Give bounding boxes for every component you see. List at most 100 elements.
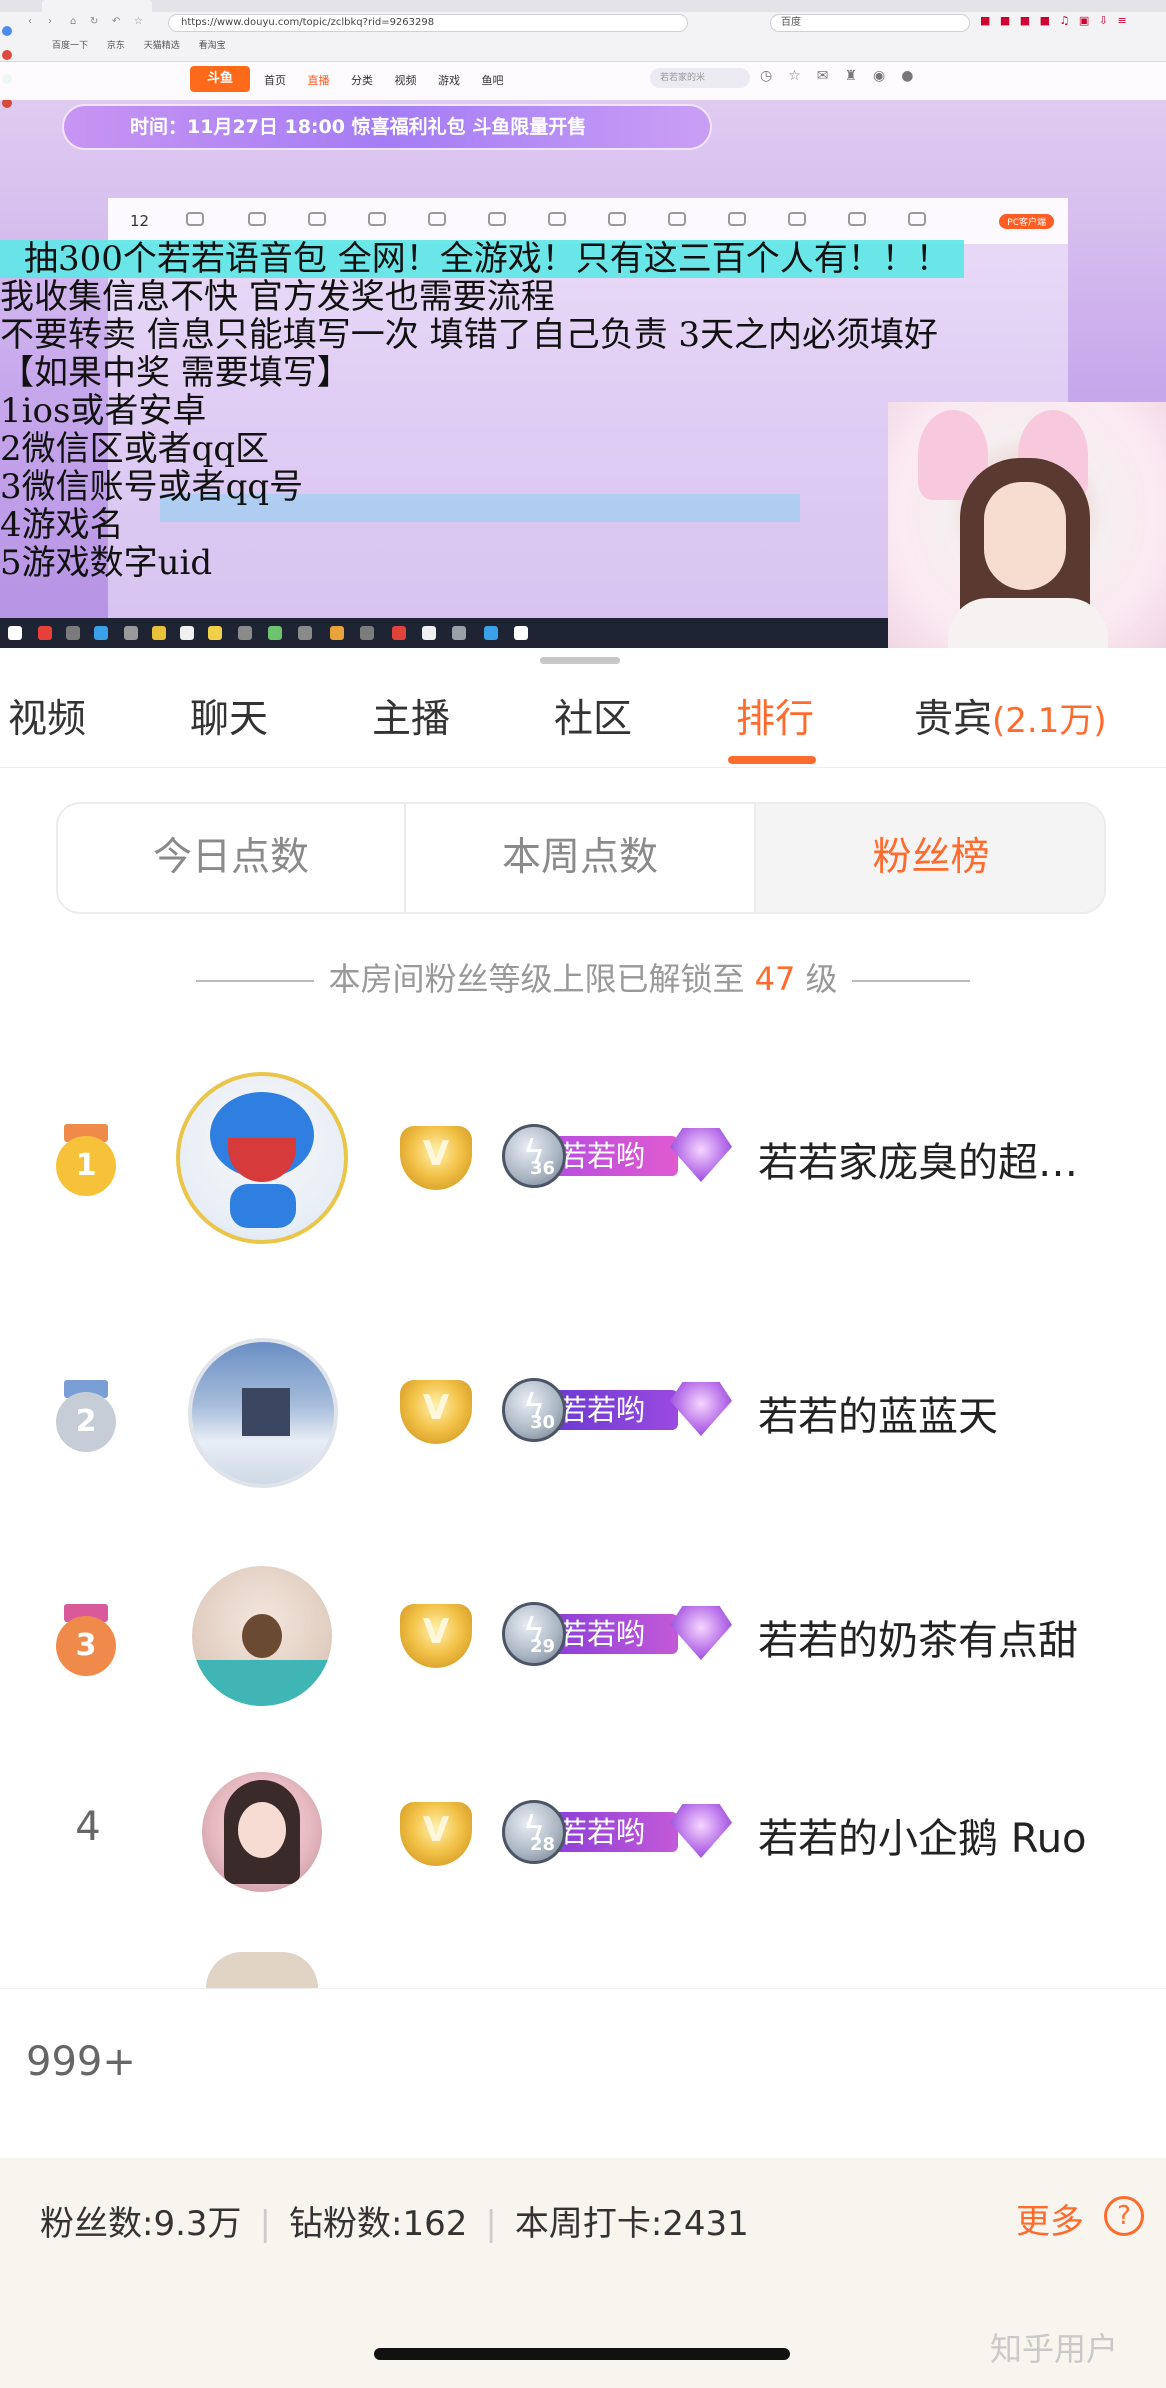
bookmark-item[interactable]: 看淘宝: [199, 41, 226, 51]
taskbar-app-icon[interactable]: [124, 626, 138, 640]
tab-community[interactable]: 社区: [554, 688, 632, 744]
taskbar-app-icon[interactable]: [484, 626, 498, 640]
toolbar-icon[interactable]: [186, 212, 204, 226]
toolbar-icon[interactable]: [248, 212, 266, 226]
ranking-row[interactable]: 1 V 若若哟 ϟ 36 若若家庞臭的超…: [0, 1058, 1166, 1258]
home-icon[interactable]: ⌂: [70, 16, 76, 27]
event-banner: 时间：11月27日 18:00 惊喜福利礼包 斗鱼限量开售: [62, 104, 712, 150]
more-link[interactable]: 更多: [1016, 2194, 1084, 2243]
nav-link-category[interactable]: 分类: [351, 74, 373, 87]
bookmark-item[interactable]: 天猫精选: [144, 41, 180, 51]
taskbar-app-icon[interactable]: [180, 626, 194, 640]
toolbar-icon[interactable]: [908, 212, 926, 226]
taskbar-app-icon[interactable]: [330, 626, 344, 640]
fan-badge-level: 28: [530, 1834, 556, 1855]
ranking-row[interactable]: 2 V 若若哟 ϟ 30 若若的蓝蓝天: [0, 1312, 1166, 1512]
ranking-row[interactable]: 4 V 若若哟 ϟ 28 若若的小企鹅 Ruo: [0, 1734, 1166, 1934]
fan-badge-name: 若若哟: [548, 1136, 678, 1176]
taskbar-app-icon[interactable]: [422, 626, 436, 640]
fan-badge-name: 若若哟: [548, 1812, 678, 1852]
browser-search[interactable]: 百度: [770, 14, 970, 32]
star-icon[interactable]: ☆: [134, 16, 143, 27]
undo-icon[interactable]: ↶: [112, 16, 120, 27]
fan-badge-name: 若若哟: [548, 1390, 678, 1430]
overlay-line: 不要转卖 信息只能填写一次 填错了自己负责 3天之内必须填好: [0, 315, 939, 355]
avatar[interactable]: [176, 1072, 348, 1244]
weekly-checkin: 本周打卡:2431: [514, 2204, 749, 2244]
address-bar[interactable]: https://www.douyu.com/topic/zclbkq?rid=9…: [168, 14, 688, 32]
forward-icon[interactable]: ›: [48, 16, 52, 27]
tab-chat[interactable]: 聊天: [190, 688, 268, 744]
help-icon[interactable]: ?: [1104, 2196, 1144, 2236]
refresh-icon[interactable]: ↻: [90, 16, 98, 27]
vip-v: V: [422, 1810, 450, 1850]
user-name[interactable]: 若若的小企鹅 Ruo: [758, 1806, 1087, 1864]
tab-streamer[interactable]: 主播: [372, 688, 450, 744]
avatar[interactable]: [192, 1566, 332, 1706]
toolbar-icon[interactable]: [668, 212, 686, 226]
nav-link-fishbar[interactable]: 鱼吧: [482, 74, 504, 87]
taskbar-app-icon[interactable]: [38, 626, 52, 640]
taskbar-app-icon[interactable]: [360, 626, 374, 640]
user-name[interactable]: 若若的奶茶有点甜: [758, 1608, 1078, 1666]
douyu-nav: [0, 62, 1166, 100]
drag-handle[interactable]: [540, 657, 620, 664]
notice-suffix: 级: [805, 960, 838, 998]
segment-week-points[interactable]: 本周点数: [406, 804, 756, 912]
toolbar-icon[interactable]: [488, 212, 506, 226]
taskbar-app-icon[interactable]: [238, 626, 252, 640]
bookmark-item[interactable]: 京东: [107, 41, 125, 51]
vip-v: V: [422, 1612, 450, 1652]
stream-video[interactable]: ‹ › ⌂ ↻ ↶ ☆ https://www.douyu.com/topic/…: [0, 0, 1166, 648]
left-rail: [0, 12, 14, 212]
pc-client-button[interactable]: PC客户端: [999, 214, 1054, 229]
taskbar-app-icon[interactable]: [268, 626, 282, 640]
taskbar-app-icon[interactable]: [514, 626, 528, 640]
tab-video[interactable]: 视频: [8, 688, 86, 744]
extension-icons[interactable]: ■ ■ ■ ■ ♫ ▣ ⇩ ≡: [980, 14, 1130, 27]
taskbar-app-icon[interactable]: [392, 626, 406, 640]
douyu-links: 首页 直播 分类 视频 游戏 鱼吧: [264, 72, 522, 88]
tab-vip[interactable]: 贵宾(2.1万): [914, 688, 1107, 744]
taskbar-app-icon[interactable]: [66, 626, 80, 640]
nav-link-video[interactable]: 视频: [395, 74, 417, 87]
douyu-header-icons[interactable]: ◷☆✉♜◉●: [760, 68, 929, 84]
home-indicator[interactable]: [374, 2348, 790, 2360]
start-icon[interactable]: [8, 626, 22, 640]
toolbar-icon[interactable]: [548, 212, 566, 226]
nav-link-game[interactable]: 游戏: [438, 74, 460, 87]
user-name[interactable]: 若若家庞臭的超…: [758, 1130, 1078, 1188]
bookmark-item[interactable]: 百度一下: [52, 41, 88, 51]
tab-vip-count: (2.1万): [992, 701, 1107, 741]
taskbar-app-icon[interactable]: [208, 626, 222, 640]
my-rank-bar: 999+: [0, 1988, 1166, 2158]
toolbar-icon[interactable]: [368, 212, 386, 226]
toolbar-icon[interactable]: [608, 212, 626, 226]
taskbar-app-icon[interactable]: [94, 626, 108, 640]
toolbar-icon[interactable]: [788, 212, 806, 226]
avatar[interactable]: [202, 1772, 322, 1892]
user-name[interactable]: 若若的蓝蓝天: [758, 1384, 998, 1442]
segment-fan-list[interactable]: 粉丝榜: [756, 804, 1104, 912]
nav-link-home[interactable]: 首页: [264, 74, 286, 87]
nav-link-live[interactable]: 直播: [308, 74, 330, 87]
toolbar-icon[interactable]: [848, 212, 866, 226]
taskbar-app-icon[interactable]: [298, 626, 312, 640]
avatar-mouth: [228, 1138, 296, 1182]
segment-today-points[interactable]: 今日点数: [58, 804, 406, 912]
toolbar-icon[interactable]: [728, 212, 746, 226]
medal-rank: 1: [56, 1136, 116, 1196]
browser-tab[interactable]: [42, 0, 152, 12]
tab-ranking[interactable]: 排行: [736, 688, 814, 744]
back-icon[interactable]: ‹: [28, 16, 32, 27]
fan-badge-name: 若若哟: [548, 1614, 678, 1654]
toolbar-icon[interactable]: [308, 212, 326, 226]
avatar[interactable]: [188, 1338, 338, 1488]
douyu-logo[interactable]: 斗鱼: [190, 66, 250, 92]
ranking-row[interactable]: 3 V 若若哟 ϟ 29 若若的奶茶有点甜: [0, 1536, 1166, 1736]
rank-number: 4: [75, 1804, 101, 1850]
douyu-search[interactable]: 若若家的米: [650, 68, 750, 88]
toolbar-icon[interactable]: [428, 212, 446, 226]
taskbar-app-icon[interactable]: [452, 626, 466, 640]
taskbar-app-icon[interactable]: [152, 626, 166, 640]
